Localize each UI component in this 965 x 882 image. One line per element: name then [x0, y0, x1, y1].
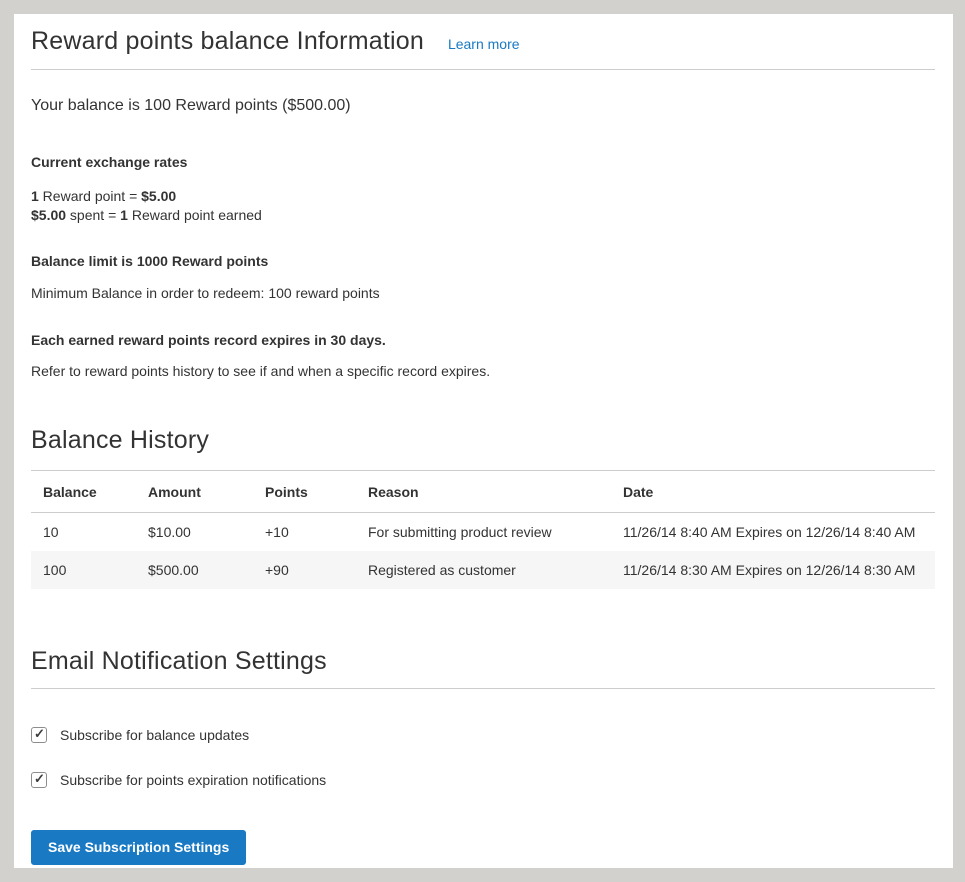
- cell-balance: 10: [31, 513, 136, 552]
- balance-history-title: Balance History: [31, 426, 935, 455]
- table-row: 10 $10.00 +10 For submitting product rev…: [31, 513, 935, 552]
- subscribe-expiration-notifications-checkbox[interactable]: [31, 772, 47, 788]
- column-header-points: Points: [253, 471, 356, 513]
- rate-points-value: 1: [31, 188, 39, 204]
- column-header-amount: Amount: [136, 471, 253, 513]
- column-header-reason: Reason: [356, 471, 611, 513]
- spend-amount-value: $5.00: [31, 207, 66, 223]
- rate-mid-text: Reward point =: [39, 188, 141, 204]
- table-row: 100 $500.00 +90 Registered as customer 1…: [31, 551, 935, 589]
- expiration-note: Refer to reward points history to see if…: [31, 363, 935, 379]
- page-header: Reward points balance Information Learn …: [31, 27, 935, 56]
- exchange-rates-heading: Current exchange rates: [31, 154, 935, 170]
- subscribe-balance-updates-checkbox[interactable]: [31, 727, 47, 743]
- cell-reason: For submitting product review: [356, 513, 611, 552]
- cell-amount: $500.00: [136, 551, 253, 589]
- balance-history-table: Balance Amount Points Reason Date 10 $10…: [31, 470, 935, 589]
- balance-history-body: 10 $10.00 +10 For submitting product rev…: [31, 513, 935, 590]
- rate-points-to-currency: 1 Reward point = $5.00: [31, 187, 935, 206]
- cell-date: 11/26/14 8:40 AM Expires on 12/26/14 8:4…: [611, 513, 935, 552]
- subscribe-balance-updates-label: Subscribe for balance updates: [60, 727, 249, 743]
- save-subscription-settings-button[interactable]: Save Subscription Settings: [31, 830, 246, 865]
- rate-currency-to-points: $5.00 spent = 1 Reward point earned: [31, 206, 935, 225]
- minimum-balance-note: Minimum Balance in order to redeem: 100 …: [31, 285, 935, 301]
- learn-more-link[interactable]: Learn more: [448, 36, 520, 52]
- cell-date: 11/26/14 8:30 AM Expires on 12/26/14 8:3…: [611, 551, 935, 589]
- page-title: Reward points balance Information: [31, 27, 424, 56]
- subscribe-balance-updates-option[interactable]: Subscribe for balance updates: [31, 727, 935, 743]
- exchange-rates: 1 Reward point = $5.00 $5.00 spent = 1 R…: [31, 187, 935, 225]
- balance-limit-heading: Balance limit is 1000 Reward points: [31, 253, 935, 269]
- cell-reason: Registered as customer: [356, 551, 611, 589]
- balance-history-header: Balance Amount Points Reason Date: [31, 471, 935, 513]
- rate-amount-value: $5.00: [141, 188, 176, 204]
- subscribe-expiration-notifications-option[interactable]: Subscribe for points expiration notifica…: [31, 772, 935, 788]
- cell-points: +10: [253, 513, 356, 552]
- page-background: Reward points balance Information Learn …: [0, 0, 965, 882]
- column-header-balance: Balance: [31, 471, 136, 513]
- expiration-heading: Each earned reward points record expires…: [31, 332, 935, 348]
- cell-amount: $10.00: [136, 513, 253, 552]
- header-divider: [31, 69, 935, 70]
- subscribe-expiration-notifications-label: Subscribe for points expiration notifica…: [60, 772, 326, 788]
- column-header-date: Date: [611, 471, 935, 513]
- spend-tail-text: Reward point earned: [128, 207, 262, 223]
- balance-summary: Your balance is 100 Reward points ($500.…: [31, 97, 935, 115]
- email-notification-settings-title: Email Notification Settings: [31, 647, 935, 676]
- cell-balance: 100: [31, 551, 136, 589]
- spend-points-value: 1: [120, 207, 128, 223]
- cell-points: +90: [253, 551, 356, 589]
- reward-points-panel: Reward points balance Information Learn …: [14, 14, 953, 868]
- notifications-divider: [31, 688, 935, 689]
- table-header-row: Balance Amount Points Reason Date: [31, 471, 935, 513]
- spend-mid-text: spent =: [66, 207, 120, 223]
